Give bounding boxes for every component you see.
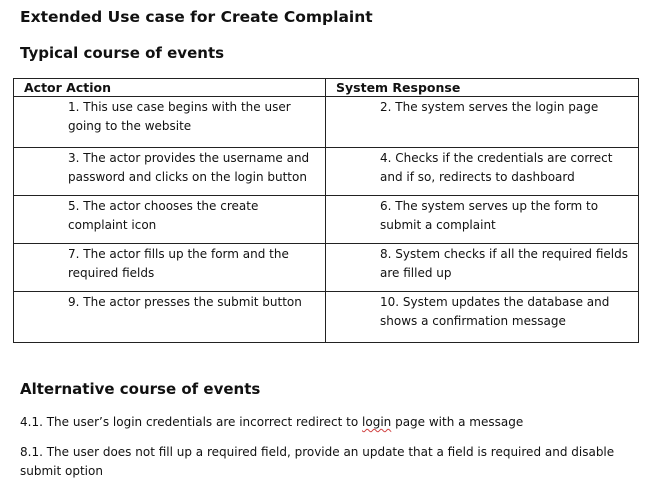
system-response-cell: 6. The system serves up the form to subm… — [325, 195, 639, 244]
cell-text: 4. Checks if the credentials are correct… — [380, 151, 613, 184]
events-table: Actor Action System Response 1. This use… — [13, 78, 639, 343]
cell-text: 5. The actor chooses the create complain… — [68, 199, 259, 232]
alternative-course-heading: Alternative course of events — [20, 380, 261, 398]
document-page: Extended Use case for Create Complaint T… — [0, 0, 654, 482]
table-row: 5. The actor chooses the create complain… — [13, 195, 639, 244]
table-row: 3. The actor provides the username and p… — [13, 147, 639, 196]
actor-action-cell: 9. The actor presses the submit button — [13, 291, 326, 343]
system-response-cell: 2. The system serves the login page — [325, 96, 639, 148]
document-title: Extended Use case for Create Complaint — [20, 8, 373, 26]
cell-text: 3. The actor provides the username and p… — [68, 151, 310, 184]
column-header-system-response: System Response — [325, 78, 639, 97]
alternative-item-text: 4.1. The user’s login credentials are in… — [20, 415, 363, 429]
alternative-item: 8.1. The user does not fill up a require… — [20, 445, 615, 478]
column-header-actor-action: Actor Action — [13, 78, 326, 97]
table-row: 1. This use case begins with the user go… — [13, 96, 639, 148]
actor-action-cell: 1. This use case begins with the user go… — [13, 96, 326, 148]
typical-course-heading: Typical course of events — [20, 44, 225, 62]
cell-text: 2. The system serves the login page — [380, 100, 599, 114]
table-row: 9. The actor presses the submit button 1… — [13, 291, 639, 343]
cell-text: 1. This use case begins with the user go… — [68, 100, 291, 133]
actor-action-cell: 5. The actor chooses the create complain… — [13, 195, 326, 244]
system-response-cell: 10. System updates the database and show… — [325, 291, 639, 343]
actor-action-cell: 3. The actor provides the username and p… — [13, 147, 326, 196]
cell-text: 10. System updates the database and show… — [380, 295, 610, 328]
alternative-item: 4.1. The user’s login credentials are in… — [20, 413, 620, 432]
system-response-cell: 8. System checks if all the required fie… — [325, 243, 639, 292]
table-row: 7. The actor fills up the form and the r… — [13, 243, 639, 292]
cell-text: 9. The actor presses the submit button — [68, 295, 302, 309]
table-header-row: Actor Action System Response — [13, 78, 639, 97]
actor-action-cell: 7. The actor fills up the form and the r… — [13, 243, 326, 292]
cell-text: 8. System checks if all the required fie… — [380, 247, 628, 280]
cell-text: 6. The system serves up the form to subm… — [380, 199, 599, 232]
cell-text: 7. The actor fills up the form and the r… — [68, 247, 289, 280]
system-response-cell: 4. Checks if the credentials are correct… — [325, 147, 639, 196]
spellcheck-flagged-word[interactable]: login — [362, 415, 391, 429]
alternative-item-text: page with a message — [391, 415, 524, 429]
